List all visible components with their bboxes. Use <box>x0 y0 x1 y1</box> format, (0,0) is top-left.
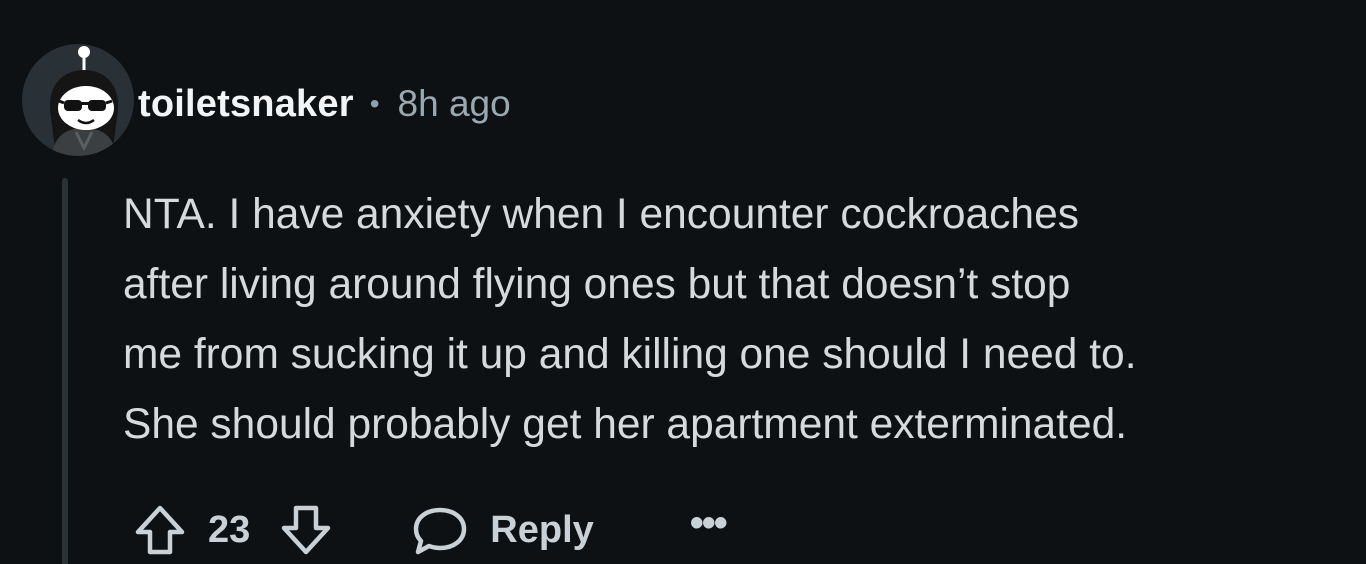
vote-count: 23 <box>208 508 251 551</box>
avatar[interactable] <box>22 44 134 156</box>
comment-body-line: me from sucking it up and killing one sh… <box>123 331 1137 378</box>
comment-body-line: NTA. I have anxiety when I encounter coc… <box>123 191 1079 238</box>
comment-body-line: after living around flying ones but that… <box>123 261 1071 308</box>
thread-line[interactable] <box>62 178 68 564</box>
comment-body: NTA. I have anxiety when I encounter coc… <box>123 180 1358 460</box>
meta-separator: • <box>369 88 380 119</box>
reply-button[interactable]: Reply <box>412 504 594 556</box>
upvote-button[interactable] <box>132 502 188 558</box>
avatar-image <box>22 44 134 156</box>
comment-actions: 23 Reply ••• <box>132 502 728 558</box>
speech-bubble-icon <box>414 507 467 555</box>
downvote-button[interactable] <box>278 502 334 558</box>
timestamp[interactable]: 8h ago <box>398 83 511 125</box>
comment: toiletsnaker • 8h ago NTA. I have anxiet… <box>0 0 1366 564</box>
comment-meta: toiletsnaker • 8h ago <box>138 82 511 126</box>
username[interactable]: toiletsnaker <box>138 83 354 126</box>
comment-body-line: She should probably get her apartment ex… <box>123 401 1128 448</box>
more-options-button[interactable]: ••• <box>690 503 728 557</box>
reply-label: Reply <box>490 508 594 551</box>
arrow-up-icon <box>135 505 185 555</box>
snoo-avatar-icon <box>49 46 119 156</box>
arrow-down-icon <box>282 505 331 555</box>
